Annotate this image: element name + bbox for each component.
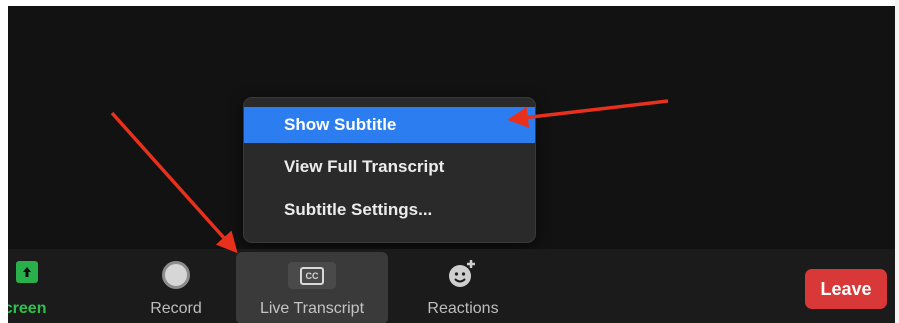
menu-item-subtitle-settings[interactable]: Subtitle Settings... bbox=[244, 192, 535, 228]
record-icon bbox=[162, 261, 190, 289]
record-label: Record bbox=[150, 300, 202, 317]
reactions-label: Reactions bbox=[427, 300, 499, 317]
live-transcript-button[interactable]: CC Live Transcript bbox=[236, 252, 388, 323]
share-screen-button[interactable]: re Screen bbox=[8, 249, 85, 323]
share-screen-label: re Screen bbox=[8, 300, 47, 317]
leave-label: Leave bbox=[820, 278, 872, 299]
meeting-toolbar: re Screen Record CC Live Transcript bbox=[8, 249, 899, 323]
menu-item-label: Subtitle Settings... bbox=[284, 200, 433, 219]
menu-item-label: Show Subtitle bbox=[284, 115, 397, 134]
closed-caption-icon: CC bbox=[288, 262, 336, 289]
image-border bbox=[895, 0, 899, 323]
menu-item-label: View Full Transcript bbox=[284, 157, 445, 176]
reaction-emoji-icon bbox=[446, 258, 478, 290]
cc-icon-text: CC bbox=[300, 266, 324, 285]
leave-button[interactable]: Leave bbox=[805, 269, 887, 309]
live-transcript-label: Live Transcript bbox=[259, 300, 365, 317]
reactions-button[interactable]: Reactions bbox=[388, 249, 538, 323]
menu-item-show-subtitle[interactable]: Show Subtitle bbox=[244, 107, 535, 143]
menu-item-view-full-transcript[interactable]: View Full Transcript bbox=[244, 149, 535, 185]
share-screen-icon bbox=[16, 261, 38, 283]
live-transcript-menu: Show Subtitle View Full Transcript Subti… bbox=[243, 97, 536, 243]
record-button[interactable]: Record bbox=[101, 249, 251, 323]
meeting-window: Show Subtitle View Full Transcript Subti… bbox=[8, 6, 899, 323]
